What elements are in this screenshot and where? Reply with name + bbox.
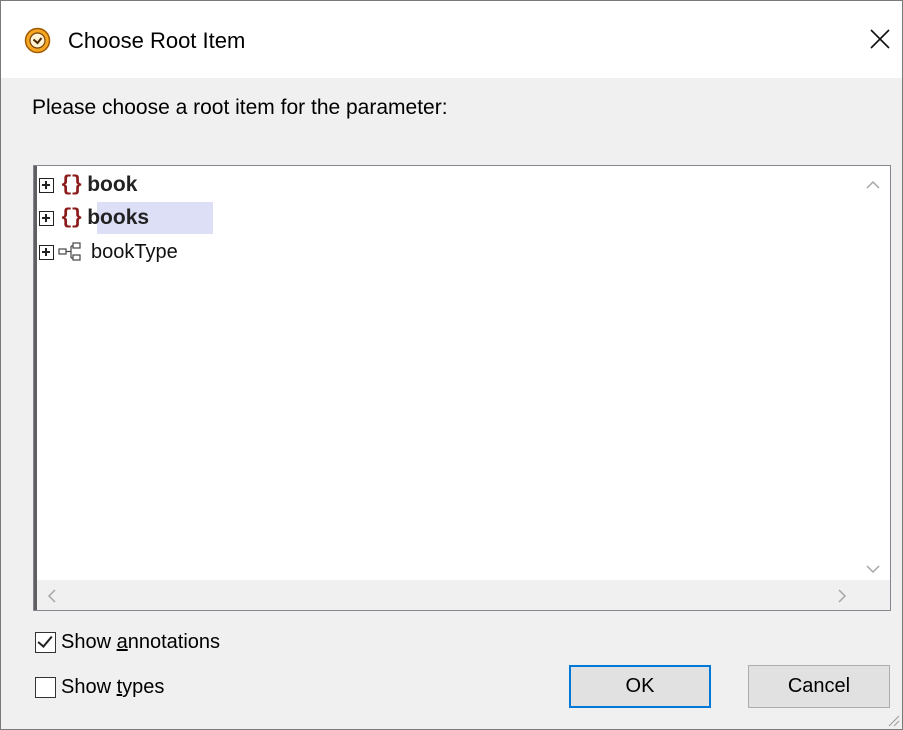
tree-edge bbox=[34, 166, 37, 610]
tree-item-booktype[interactable]: bookType bbox=[39, 236, 178, 268]
element-braces-icon: {} bbox=[60, 206, 83, 230]
horizontal-scrollbar[interactable] bbox=[37, 580, 857, 610]
complex-type-icon bbox=[58, 242, 81, 261]
resize-grip-icon[interactable] bbox=[886, 713, 900, 727]
scroll-down-icon[interactable] bbox=[866, 558, 880, 579]
title-bar[interactable]: Choose Root Item bbox=[1, 1, 902, 78]
dialog-title: Choose Root Item bbox=[68, 28, 246, 53]
tree-item-label: book bbox=[87, 173, 138, 196]
tree-item-books[interactable]: {} books bbox=[39, 202, 219, 234]
show-annotations-label: Show annotations bbox=[61, 631, 221, 653]
close-button[interactable] bbox=[856, 17, 902, 63]
vertical-scrollbar[interactable] bbox=[856, 166, 890, 580]
show-types-label: Show types bbox=[61, 676, 165, 698]
expand-icon[interactable] bbox=[39, 177, 54, 193]
expand-icon[interactable] bbox=[39, 210, 54, 226]
close-icon bbox=[870, 29, 890, 49]
tree-item-book[interactable]: {} book bbox=[39, 169, 137, 201]
tree-item-label: books bbox=[87, 206, 150, 229]
show-annotations-option[interactable]: Show annotations bbox=[35, 631, 220, 654]
clock-app-icon bbox=[24, 27, 51, 54]
prompt-text: Please choose a root item for the parame… bbox=[32, 96, 448, 119]
cancel-button[interactable]: Cancel bbox=[748, 665, 890, 708]
ok-button[interactable]: OK bbox=[569, 665, 711, 708]
choose-root-item-dialog: Choose Root Item Please choose a root it… bbox=[0, 0, 903, 730]
element-braces-icon: {} bbox=[60, 173, 83, 197]
scrollbar-corner bbox=[856, 580, 890, 610]
show-types-checkbox[interactable] bbox=[35, 677, 56, 698]
tree-item-label: bookType bbox=[91, 240, 178, 263]
expand-icon[interactable] bbox=[39, 244, 54, 260]
show-types-option[interactable]: Show types bbox=[35, 676, 164, 699]
root-item-tree[interactable]: {} book {} books bookType bbox=[33, 165, 891, 611]
scroll-up-icon[interactable] bbox=[866, 174, 880, 195]
scroll-left-icon[interactable] bbox=[47, 587, 57, 608]
show-annotations-checkbox[interactable] bbox=[35, 632, 56, 653]
scroll-right-icon[interactable] bbox=[837, 587, 847, 608]
